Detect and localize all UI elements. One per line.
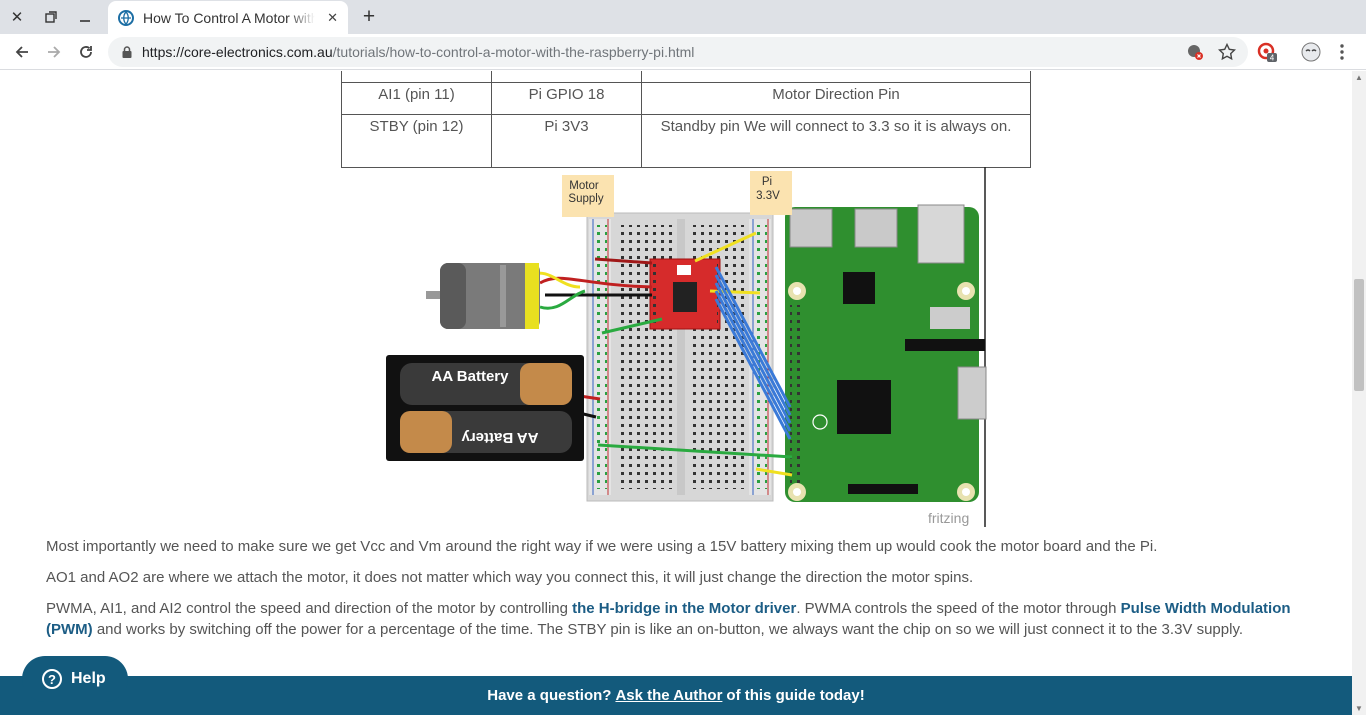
table-row: AI1 (pin 11) Pi GPIO 18 Motor Direction … [341,81,1031,115]
ask-author-banner: Have a question? Ask the Author of this … [0,676,1352,715]
pin-table: AI1 (pin 11) Pi GPIO 18 Motor Direction … [341,71,1031,168]
svg-text:Pi: Pi [762,176,772,188]
toolbar: https://core-electronics.com.au/tutorial… [0,34,1366,70]
table-cell: AI1 (pin 11) [341,81,492,115]
new-tab-icon[interactable]: + [356,4,382,30]
forward-icon[interactable] [40,38,68,66]
motor-supply-note: Motor Supply [562,175,614,217]
table-cell: Motor Direction Pin [641,81,1031,115]
svg-text:Motor: Motor [569,180,599,192]
raspberry-pi-board [785,204,987,502]
extension-icon[interactable]: 4 [1256,41,1278,63]
site-favicon-icon [118,9,134,26]
minimize-window-icon[interactable] [68,0,102,34]
cookie-blocked-icon[interactable] [1186,43,1204,61]
page-content: AI1 (pin 11) Pi GPIO 18 Motor Direction … [0,71,1352,715]
menu-kebab-icon[interactable] [1340,42,1344,62]
svg-text:Supply: Supply [568,193,603,205]
table-row: STBY (pin 12) Pi 3V3 Standby pin We will… [341,113,1031,168]
table-row [341,71,1031,83]
battery-label-bottom: AA Battery [461,429,539,446]
restore-window-icon[interactable] [34,0,68,34]
close-window-icon[interactable]: ✕ [0,0,34,34]
svg-text:4: 4 [1270,54,1275,63]
wiring-diagram: AA Battery AA Battery Motor Supply Pi 3.… [386,167,987,527]
fritzing-watermark: fritzing [928,510,969,526]
table-cell: Pi GPIO 18 [491,81,642,115]
svg-text:3.3V: 3.3V [756,190,780,202]
paragraph-3: PWMA, AI1, and AI2 control the speed and… [46,600,1291,638]
bookmark-star-icon[interactable] [1218,43,1236,61]
pi-33v-note: Pi 3.3V [750,171,792,215]
tab-bar: ✕ How To Control A Motor with the Raspbe… [0,0,1366,34]
scrollbar-thumb[interactable] [1354,279,1364,391]
question-icon: ? [42,669,62,689]
scroll-down-icon[interactable]: ▼ [1355,704,1363,713]
profile-avatar-icon[interactable] [1300,41,1322,63]
help-button[interactable]: ? Help [22,656,128,702]
battery-holder: AA Battery AA Battery [386,355,584,461]
h-bridge-link[interactable]: the H-bridge in the Motor driver [572,600,796,617]
tab-active[interactable]: How To Control A Motor with the Raspberr… [108,1,348,34]
url-text: https://core-electronics.com.au/tutorial… [142,44,695,60]
ask-author-link[interactable]: Ask the Author [615,687,722,704]
tab-title: How To Control A Motor with the Raspberr… [143,9,315,26]
reload-icon[interactable] [72,38,100,66]
table-cell: Pi 3V3 [491,113,642,168]
page-scrollbar[interactable]: ▲ ▼ [1352,71,1366,715]
table-cell: STBY (pin 12) [341,113,492,168]
back-icon[interactable] [8,38,36,66]
table-cell: Standby pin We will connect to 3.3 so it… [641,113,1031,168]
scroll-up-icon[interactable]: ▲ [1355,73,1363,82]
paragraph-2: AO1 and AO2 are where we attach the moto… [46,569,974,586]
lock-icon [122,46,132,58]
paragraph-1: Most importantly we need to make sure we… [46,538,1158,555]
motor [426,263,540,329]
address-bar[interactable]: https://core-electronics.com.au/tutorial… [108,37,1248,67]
battery-label-top: AA Battery [432,368,510,385]
tab-close-icon[interactable]: ✕ [327,10,338,26]
